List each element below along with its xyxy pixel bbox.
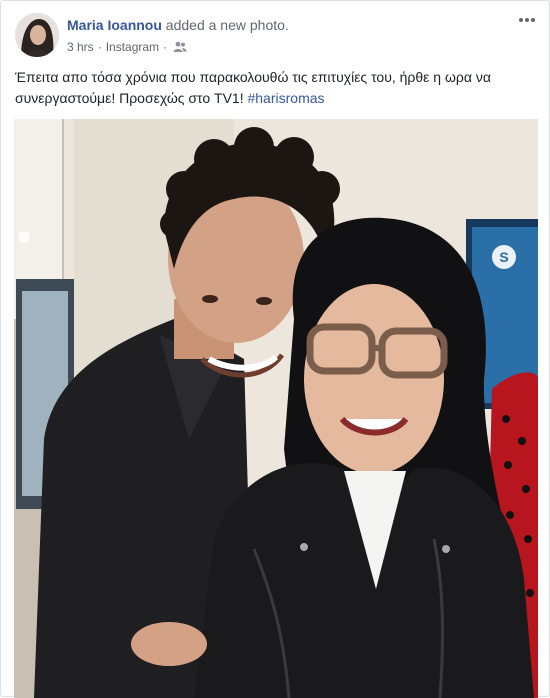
hashtag-link[interactable]: #harisromas — [247, 90, 324, 106]
post-caption: Έπειτα απο τόσα χρόνια που παρακολουθώ τ… — [15, 67, 545, 109]
author-avatar[interactable] — [15, 13, 59, 57]
meta-separator: · — [97, 40, 102, 54]
more-options-icon[interactable] — [517, 13, 537, 25]
post-source[interactable]: Instagram — [106, 40, 159, 54]
friends-icon[interactable] — [173, 41, 187, 53]
avatar-photo — [15, 13, 59, 57]
meta-separator-2: · — [163, 40, 168, 54]
post-action-text: added a new photo. — [165, 17, 289, 33]
photo-illustration: S — [14, 119, 538, 698]
post-photo[interactable]: S — [14, 119, 538, 698]
post-title-line: Maria Ioannou added a new photo. — [67, 17, 289, 33]
post-timestamp[interactable]: 3 hrs — [67, 40, 94, 54]
post-header: Maria Ioannou added a new photo. 3 hrs ·… — [15, 13, 535, 59]
post-meta: 3 hrs · Instagram · — [67, 40, 187, 54]
facebook-post: Maria Ioannou added a new photo. 3 hrs ·… — [0, 0, 550, 698]
author-name-link[interactable]: Maria Ioannou — [67, 17, 162, 33]
tv-screen-logo: S — [499, 249, 508, 265]
